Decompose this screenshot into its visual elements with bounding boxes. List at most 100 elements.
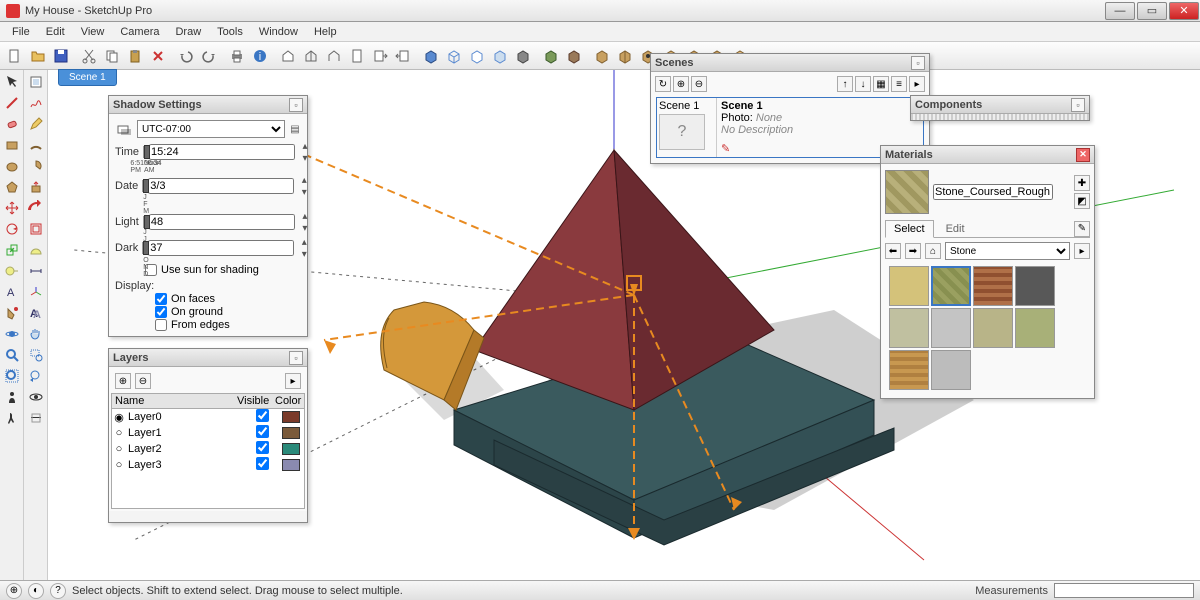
style-hidden-icon[interactable] <box>466 45 488 67</box>
3dtext-tool-icon[interactable]: AA <box>25 303 47 323</box>
texture2-icon[interactable] <box>563 45 585 67</box>
style-wire-icon[interactable] <box>443 45 465 67</box>
remove-layer-icon[interactable]: ⊖ <box>135 373 151 389</box>
panel-close-icon[interactable]: ✕ <box>1076 148 1090 162</box>
material-menu-icon[interactable]: ▸ <box>1074 243 1090 259</box>
material-swatch[interactable] <box>931 266 971 306</box>
pencil-tool-icon[interactable] <box>25 114 47 134</box>
material-swatch[interactable] <box>889 266 929 306</box>
box1-icon[interactable] <box>591 45 613 67</box>
followme-tool-icon[interactable] <box>25 198 47 218</box>
axes-tool-icon[interactable] <box>25 282 47 302</box>
layer-visible-checkbox[interactable] <box>256 425 269 438</box>
arc-tool-icon[interactable] <box>25 135 47 155</box>
date-up-icon[interactable]: ▴ <box>298 174 310 186</box>
previous-view-icon[interactable] <box>25 366 47 386</box>
orbit-tool-icon[interactable] <box>1 324 23 344</box>
light-down-icon[interactable]: ▾ <box>299 222 311 234</box>
components-panel[interactable]: Components ▫ <box>910 95 1090 121</box>
open-file-icon[interactable] <box>27 45 49 67</box>
current-material-swatch[interactable] <box>885 170 929 214</box>
add-layer-icon[interactable]: ⊕ <box>115 373 131 389</box>
position-camera-icon[interactable] <box>1 387 23 407</box>
scale-tool-icon[interactable] <box>1 240 23 260</box>
polygon-tool-icon[interactable] <box>1 177 23 197</box>
menu-tools[interactable]: Tools <box>209 24 251 40</box>
scene-list-item[interactable]: Scene 1 <box>659 100 714 112</box>
rotate-tool-icon[interactable] <box>1 219 23 239</box>
maximize-button[interactable]: ▭ <box>1137 2 1167 20</box>
section-tool-icon[interactable] <box>25 408 47 428</box>
close-button[interactable]: ✕ <box>1169 2 1199 20</box>
layer-row[interactable]: ○Layer1 <box>112 425 304 441</box>
home-icon[interactable]: ⌂ <box>925 243 941 259</box>
box2-icon[interactable] <box>614 45 636 67</box>
move-tool-icon[interactable] <box>1 198 23 218</box>
light-slider[interactable] <box>143 216 145 228</box>
dark-input[interactable] <box>148 240 294 256</box>
info-icon[interactable]: i <box>249 45 271 67</box>
shadow-panel-header[interactable]: Shadow Settings ▫ <box>109 96 307 114</box>
menu-view[interactable]: View <box>73 24 113 40</box>
export-icon[interactable] <box>369 45 391 67</box>
layer-color-swatch[interactable] <box>282 427 300 439</box>
scenes-panel-header[interactable]: Scenes ▫ <box>651 54 929 72</box>
look-around-icon[interactable] <box>25 387 47 407</box>
line-tool-icon[interactable] <box>1 93 23 113</box>
scene-tab[interactable]: Scene 1 <box>58 69 117 86</box>
panel-collapse-icon[interactable]: ▫ <box>289 98 303 112</box>
material-swatch[interactable] <box>889 308 929 348</box>
minimize-button[interactable]: — <box>1105 2 1135 20</box>
cut-icon[interactable] <box>78 45 100 67</box>
light-up-icon[interactable]: ▴ <box>299 210 311 222</box>
material-swatch[interactable] <box>931 350 971 390</box>
style-shaded-icon[interactable] <box>420 45 442 67</box>
scene-remove-icon[interactable]: ⊖ <box>691 76 707 92</box>
credits-icon[interactable]: ◐ <box>28 583 44 599</box>
timezone-select[interactable]: UTC-07:00 <box>137 120 285 138</box>
paint-tool-icon[interactable] <box>1 303 23 323</box>
import-icon[interactable] <box>392 45 414 67</box>
time-up-icon[interactable]: ▴ <box>299 140 311 152</box>
zoom-window-icon[interactable] <box>25 345 47 365</box>
menu-camera[interactable]: Camera <box>112 24 167 40</box>
panel-collapse-icon[interactable]: ▫ <box>1071 98 1085 112</box>
layers-panel[interactable]: Layers ▫ ⊕ ⊖ ▸ Name Visible Color ◉Layer… <box>108 348 308 523</box>
paste-icon[interactable] <box>124 45 146 67</box>
time-input[interactable] <box>149 144 295 160</box>
eyedropper-icon[interactable]: ✎ <box>1074 221 1090 237</box>
menu-draw[interactable]: Draw <box>167 24 209 40</box>
protractor-tool-icon[interactable] <box>25 240 47 260</box>
help-icon[interactable]: ? <box>50 583 66 599</box>
panel-collapse-icon[interactable]: ▫ <box>289 351 303 365</box>
layer-row[interactable]: ◉Layer0 <box>112 409 304 425</box>
material-swatch[interactable] <box>931 308 971 348</box>
component-icon[interactable] <box>300 45 322 67</box>
eraser-tool-icon[interactable] <box>1 114 23 134</box>
date-down-icon[interactable]: ▾ <box>298 186 310 198</box>
material-swatch[interactable] <box>1015 308 1055 348</box>
circle-tool-icon[interactable] <box>1 156 23 176</box>
scene-add-icon[interactable]: ⊕ <box>673 76 689 92</box>
make-component-icon[interactable] <box>25 72 47 92</box>
material-swatch[interactable] <box>889 350 929 390</box>
group-icon[interactable] <box>323 45 345 67</box>
layer-color-swatch[interactable] <box>282 443 300 455</box>
geo-icon[interactable]: ⊕ <box>6 583 22 599</box>
freehand-tool-icon[interactable] <box>25 93 47 113</box>
on-ground-checkbox[interactable] <box>155 306 167 318</box>
new-file-icon[interactable] <box>4 45 26 67</box>
layer-visible-checkbox[interactable] <box>256 409 269 422</box>
scene-update-icon[interactable]: ↻ <box>655 76 671 92</box>
from-edges-checkbox[interactable] <box>155 319 167 331</box>
offset-tool-icon[interactable] <box>25 219 47 239</box>
measurements-input[interactable] <box>1054 583 1194 598</box>
scene-menu-icon[interactable]: ▸ <box>909 76 925 92</box>
menu-help[interactable]: Help <box>306 24 345 40</box>
delete-icon[interactable] <box>147 45 169 67</box>
panel-collapse-icon[interactable]: ▫ <box>911 56 925 70</box>
components-panel-header[interactable]: Components ▫ <box>911 96 1089 114</box>
layer-color-swatch[interactable] <box>282 411 300 423</box>
layers-menu-icon[interactable]: ▸ <box>285 373 301 389</box>
pie-tool-icon[interactable] <box>25 156 47 176</box>
